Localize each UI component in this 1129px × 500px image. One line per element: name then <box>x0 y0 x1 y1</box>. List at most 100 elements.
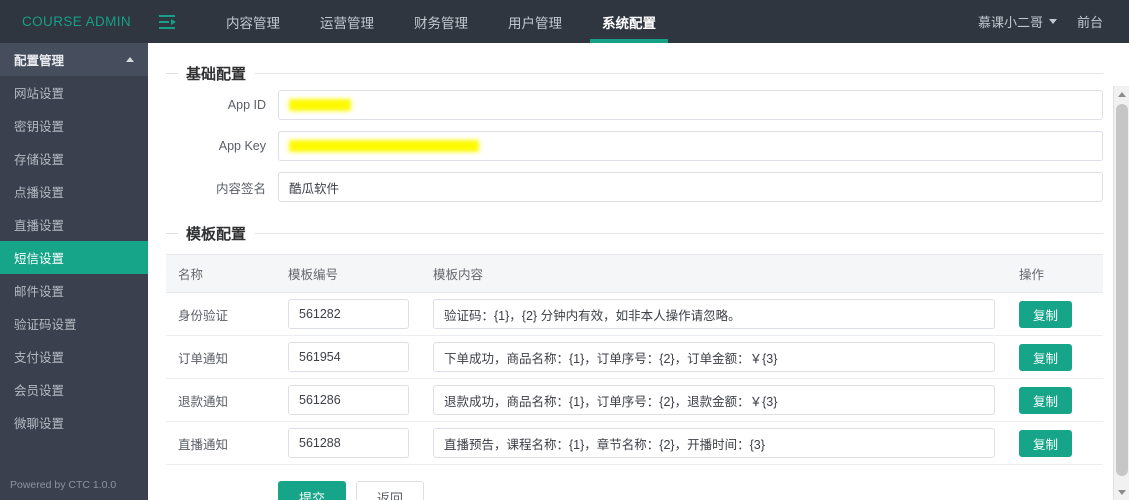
template-table-head: 名称 模板编号 模板内容 操作 <box>166 254 1103 293</box>
template-content-input[interactable]: 下单成功，商品名称：{1}，订单序号：{2}，订单金额：￥{3} <box>433 342 995 372</box>
form-row-signature: 内容签名 酷瓜软件 <box>166 172 1103 202</box>
template-code-input[interactable]: 561286 <box>288 385 409 415</box>
table-row: 退款通知 561286 退款成功，商品名称：{1}，订单序号：{2}，退款金额：… <box>166 378 1103 422</box>
row-content-cell: 退款成功，商品名称：{1}，订单序号：{2}，退款金额：￥{3} <box>421 378 1007 422</box>
sidebar-item-email[interactable]: 邮件设置 <box>0 274 148 307</box>
menu-collapse-icon[interactable] <box>148 0 188 43</box>
template-config-legend: 模板配置 <box>166 213 1103 250</box>
page-body: 配置管理 网站设置 密钥设置 存储设置 点播设置 直播设置 短信设置 邮件设置 … <box>0 43 1129 500</box>
row-name: 身份验证 <box>166 292 276 336</box>
nav-item-users[interactable]: 用户管理 <box>488 0 582 43</box>
user-menu[interactable]: 慕课小二哥 <box>964 12 1071 31</box>
sidebar-item-live[interactable]: 直播设置 <box>0 208 148 241</box>
column-header-operation: 操作 <box>1007 254 1103 293</box>
table-header-row: 名称 模板编号 模板内容 操作 <box>166 254 1103 293</box>
row-content-cell: 验证码：{1}，{2} 分钟内有效，如非本人操作请忽略。 <box>421 292 1007 336</box>
template-config-title: 模板配置 <box>186 226 247 243</box>
copy-button[interactable]: 复制 <box>1019 300 1073 328</box>
signature-label: 内容签名 <box>215 181 266 196</box>
nav-item-system-config[interactable]: 系统配置 <box>582 0 676 43</box>
menu-collapse-glyph <box>159 14 176 29</box>
sidebar-item-chat[interactable]: 微聊设置 <box>0 406 148 439</box>
sidebar: 配置管理 网站设置 密钥设置 存储设置 点播设置 直播设置 短信设置 邮件设置 … <box>0 43 148 500</box>
sidebar-item-vod[interactable]: 点播设置 <box>0 175 148 208</box>
row-code-cell: 561286 <box>276 378 421 422</box>
app-key-label: App Key <box>218 139 266 153</box>
template-code-input[interactable]: 561954 <box>288 342 409 372</box>
row-name: 订单通知 <box>166 335 276 379</box>
row-operation-cell: 复制 <box>1007 292 1103 336</box>
app-key-redacted-value: XXXXXXXXXXXXXXXXXXXXXXXXXXX <box>289 140 479 152</box>
nav-item-finance[interactable]: 财务管理 <box>394 0 488 43</box>
column-header-content: 模板内容 <box>421 254 1007 293</box>
sidebar-item-sms[interactable]: 短信设置 <box>0 241 148 274</box>
app-key-input[interactable]: XXXXXXXXXXXXXXXXXXXXXXXXXXX <box>278 131 1103 161</box>
sidebar-item-captcha[interactable]: 验证码设置 <box>0 307 148 340</box>
legend-dash <box>166 233 178 234</box>
template-table: 名称 模板编号 模板内容 操作 身份验证 561282 验证码：{1}，{2} … <box>166 254 1103 465</box>
scroll-down-icon[interactable] <box>1114 484 1129 500</box>
row-code-cell: 561288 <box>276 421 421 465</box>
topbar-right-group: 慕课小二哥 前台 <box>964 0 1129 43</box>
scrollbar-thumb[interactable] <box>1116 104 1128 476</box>
settings-form: 基础配置 App ID XXXXXXXXX App Key XXXXXXXXXX… <box>156 43 1115 500</box>
template-content-input[interactable]: 验证码：{1}，{2} 分钟内有效，如非本人操作请忽略。 <box>433 299 995 329</box>
front-site-link[interactable]: 前台 <box>1071 12 1109 31</box>
app-id-label: App ID <box>227 98 266 112</box>
main-nav: 内容管理 运营管理 财务管理 用户管理 系统配置 <box>206 0 676 43</box>
row-code-cell: 561954 <box>276 335 421 379</box>
top-navigation-bar: COURSE ADMIN 内容管理 运营管理 财务管理 用户管理 系统配置 慕课… <box>0 0 1129 43</box>
nav-item-operations[interactable]: 运营管理 <box>300 0 394 43</box>
table-row: 身份验证 561282 验证码：{1}，{2} 分钟内有效，如非本人操作请忽略。… <box>166 292 1103 336</box>
row-code-cell: 561282 <box>276 292 421 336</box>
legend-line <box>254 233 1103 234</box>
sidebar-item-website[interactable]: 网站设置 <box>0 76 148 109</box>
sidebar-item-storage[interactable]: 存储设置 <box>0 142 148 175</box>
template-table-body: 身份验证 561282 验证码：{1}，{2} 分钟内有效，如非本人操作请忽略。… <box>166 292 1103 465</box>
copy-button[interactable]: 复制 <box>1019 429 1073 457</box>
sidebar-group-label: 配置管理 <box>14 54 65 68</box>
arrow-up-glyph <box>1118 91 1126 97</box>
sidebar-footer: Powered by CTC 1.0.0 <box>0 470 148 500</box>
copy-button[interactable]: 复制 <box>1019 386 1073 414</box>
app-id-redacted-value: XXXXXXXXX <box>289 99 351 111</box>
table-row: 直播通知 561288 直播预告，课程名称：{1}，章节名称：{2}，开播时间：… <box>166 421 1103 465</box>
basic-config-legend: 基础配置 <box>166 53 1103 90</box>
basic-config-section: 基础配置 App ID XXXXXXXXX App Key XXXXXXXXXX… <box>166 53 1103 213</box>
arrow-down-glyph <box>1118 489 1126 495</box>
sidebar-group-config-management[interactable]: 配置管理 <box>0 43 148 76</box>
row-operation-cell: 复制 <box>1007 378 1103 422</box>
chevron-up-icon <box>126 57 134 62</box>
brand-logo[interactable]: COURSE ADMIN <box>0 0 148 43</box>
row-operation-cell: 复制 <box>1007 335 1103 379</box>
row-name: 直播通知 <box>166 421 276 465</box>
nav-item-content[interactable]: 内容管理 <box>206 0 300 43</box>
vertical-scrollbar[interactable] <box>1113 86 1129 500</box>
row-operation-cell: 复制 <box>1007 421 1103 465</box>
app-id-input[interactable]: XXXXXXXXX <box>278 90 1103 120</box>
template-content-input[interactable]: 退款成功，商品名称：{1}，订单序号：{2}，退款金额：￥{3} <box>433 385 995 415</box>
form-row-app-id: App ID XXXXXXXXX <box>166 90 1103 120</box>
sidebar-menu: 网站设置 密钥设置 存储设置 点播设置 直播设置 短信设置 邮件设置 验证码设置… <box>0 76 148 439</box>
template-config-section: 模板配置 名称 模板编号 模板内容 操作 身份验证 561282 验证码：{1}… <box>166 213 1103 465</box>
admin-page: COURSE ADMIN 内容管理 运营管理 财务管理 用户管理 系统配置 慕课… <box>0 0 1129 500</box>
sidebar-item-payment[interactable]: 支付设置 <box>0 340 148 373</box>
back-button[interactable]: 返回 <box>356 481 425 500</box>
template-code-input[interactable]: 561282 <box>288 299 409 329</box>
form-actions: 提交 返回 <box>166 465 1103 500</box>
signature-input[interactable]: 酷瓜软件 <box>278 172 1103 202</box>
template-content-input[interactable]: 直播预告，课程名称：{1}，章节名称：{2}，开播时间：{3} <box>433 428 995 458</box>
sidebar-item-membership[interactable]: 会员设置 <box>0 373 148 406</box>
form-row-app-key: App Key XXXXXXXXXXXXXXXXXXXXXXXXXXX <box>166 131 1103 161</box>
legend-line <box>254 73 1103 74</box>
legend-dash <box>166 73 178 74</box>
scroll-up-icon[interactable] <box>1114 86 1129 102</box>
user-name-label: 慕课小二哥 <box>977 15 1043 30</box>
chevron-down-icon <box>1048 19 1057 24</box>
copy-button[interactable]: 复制 <box>1019 343 1073 371</box>
template-code-input[interactable]: 561288 <box>288 428 409 458</box>
submit-button[interactable]: 提交 <box>278 481 347 500</box>
column-header-name: 名称 <box>166 254 276 293</box>
sidebar-item-secret-key[interactable]: 密钥设置 <box>0 109 148 142</box>
row-name: 退款通知 <box>166 378 276 422</box>
